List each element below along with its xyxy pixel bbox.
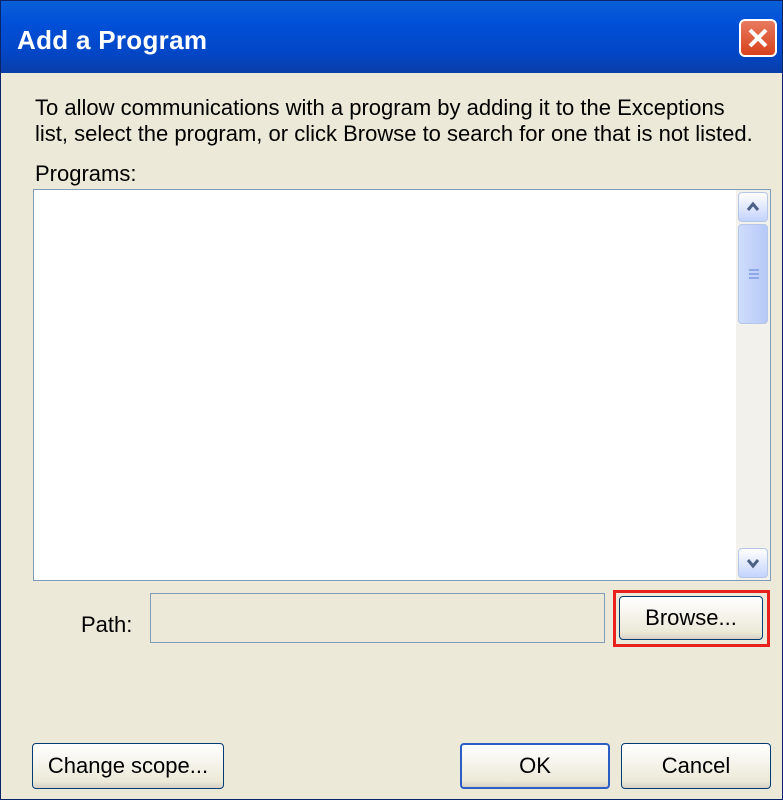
scroll-up-button[interactable] xyxy=(738,192,768,222)
path-label: Path: xyxy=(81,612,133,637)
title-bar[interactable]: Add a Program xyxy=(1,1,782,73)
thumb-grip xyxy=(749,273,759,275)
add-program-dialog: Add a Program To allow communications wi… xyxy=(0,0,783,800)
programs-list[interactable] xyxy=(33,189,771,581)
programs-label: Programs: xyxy=(35,161,137,186)
vertical-scrollbar[interactable] xyxy=(736,190,770,580)
dialog-description: To allow communications with a program b… xyxy=(35,95,753,146)
chevron-down-icon xyxy=(746,559,760,569)
cancel-button[interactable]: Cancel xyxy=(621,743,771,789)
browse-button[interactable]: Browse... xyxy=(619,596,763,640)
thumb-grip xyxy=(749,269,759,271)
scroll-down-button[interactable] xyxy=(738,548,768,578)
window-title: Add a Program xyxy=(17,25,208,55)
close-icon xyxy=(748,28,768,48)
close-button[interactable] xyxy=(739,19,777,57)
change-scope-button[interactable]: Change scope... xyxy=(32,743,224,789)
ok-button[interactable]: OK xyxy=(460,743,610,789)
chevron-up-icon xyxy=(746,201,760,211)
path-field[interactable] xyxy=(150,593,605,643)
thumb-grip xyxy=(749,277,759,279)
scroll-thumb[interactable] xyxy=(738,224,768,324)
